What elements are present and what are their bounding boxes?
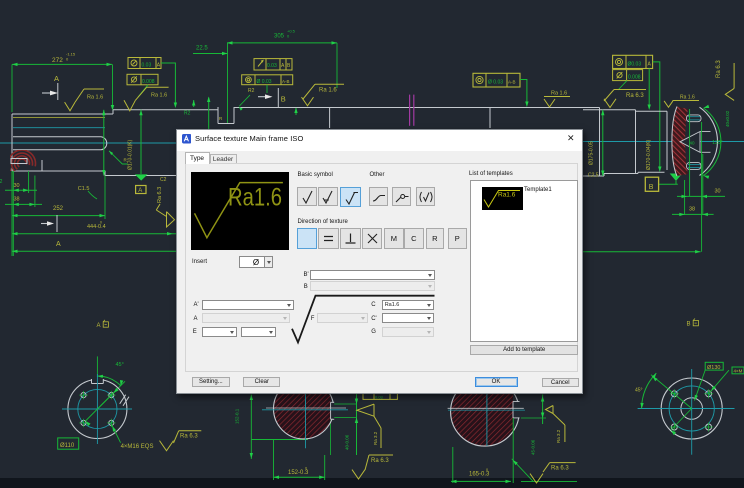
- svg-text:Ra 6.3: Ra 6.3: [626, 93, 644, 99]
- svg-text:Ra 1.6: Ra 1.6: [680, 95, 695, 101]
- svg-text:152-0.1: 152-0.1: [235, 408, 240, 424]
- svg-text:Ra 1.6: Ra 1.6: [151, 93, 167, 99]
- svg-text:22.5: 22.5: [196, 46, 208, 52]
- svg-text:4×M16 EQS: 4×M16 EQS: [121, 444, 154, 450]
- svg-text:B: B: [281, 95, 286, 104]
- svg-text:Ø110: Ø110: [60, 443, 75, 449]
- svg-text:0.008: 0.008: [142, 79, 155, 85]
- svg-text:252: 252: [53, 206, 64, 212]
- svg-text:Ø0.03: Ø0.03: [628, 62, 642, 68]
- svg-text:A: A: [54, 74, 59, 83]
- svg-text:A-B: A-B: [282, 79, 290, 84]
- svg-text:38: 38: [14, 196, 20, 202]
- svg-text:0: 0: [100, 221, 102, 225]
- svg-text:R2: R2: [184, 111, 191, 117]
- svg-text:444-0.4: 444-0.4: [87, 224, 106, 230]
- svg-text:0.008: 0.008: [628, 75, 641, 81]
- svg-text:R2: R2: [248, 88, 255, 94]
- svg-text:0.03: 0.03: [142, 63, 152, 69]
- svg-text:0: 0: [486, 468, 488, 472]
- svg-text:45°: 45°: [635, 388, 643, 394]
- svg-text:45°: 45°: [116, 362, 124, 368]
- svg-text:30: 30: [715, 188, 721, 194]
- svg-text:38: 38: [689, 206, 695, 212]
- svg-text:40±0.02: 40±0.02: [725, 110, 730, 127]
- svg-text:Ø 0.03: Ø 0.03: [488, 80, 503, 86]
- svg-text:0: 0: [305, 467, 307, 471]
- svg-text:B: B: [649, 184, 654, 191]
- svg-text:45-0.06: 45-0.06: [531, 439, 536, 455]
- svg-text:R2: R2: [0, 179, 3, 185]
- svg-text:Ra 6.3: Ra 6.3: [551, 465, 569, 471]
- svg-text:Ra 1.6: Ra 1.6: [551, 91, 567, 97]
- svg-text:Ra 3.2: Ra 3.2: [556, 429, 561, 443]
- svg-text:30: 30: [14, 183, 20, 189]
- svg-text:Ra 6.3: Ra 6.3: [180, 433, 198, 439]
- svg-text:C2.5: C2.5: [588, 173, 599, 179]
- svg-text:A: A: [97, 323, 101, 329]
- svg-text:Ø170-0.01(K): Ø170-0.01(K): [128, 139, 134, 170]
- svg-text:165-0.3: 165-0.3: [469, 472, 490, 478]
- svg-text:C2: C2: [160, 177, 167, 183]
- svg-text:40-0.06: 40-0.06: [345, 434, 350, 450]
- svg-text:272: 272: [52, 57, 63, 64]
- svg-text:0.03: 0.03: [267, 63, 277, 69]
- svg-text:Ra 6.3: Ra 6.3: [716, 60, 722, 78]
- svg-text:0.03: 0.03: [375, 394, 384, 399]
- svg-text:Ra1.6: Ra1.6: [498, 191, 516, 198]
- svg-text:Ra 1.6: Ra 1.6: [319, 88, 337, 94]
- svg-text:Ø170-0.04(K): Ø170-0.04(K): [646, 139, 652, 170]
- svg-text:Ø 0.03: Ø 0.03: [257, 79, 272, 85]
- svg-text:A: A: [138, 188, 142, 194]
- svg-text:Ø130: Ø130: [707, 365, 720, 371]
- svg-text:B: B: [687, 322, 691, 328]
- svg-text:C1.5: C1.5: [78, 186, 90, 192]
- svg-text:152-0.3: 152-0.3: [288, 470, 309, 476]
- svg-text:Ø175-0.05: Ø175-0.05: [589, 141, 595, 165]
- svg-text:Ra 6.3: Ra 6.3: [157, 187, 163, 203]
- svg-text:Ra 6.3: Ra 6.3: [371, 458, 389, 464]
- svg-text:4×M: 4×M: [734, 369, 743, 374]
- svg-text:305: 305: [274, 34, 285, 40]
- svg-text:Ra1.6: Ra1.6: [228, 183, 282, 211]
- svg-text:A: A: [56, 241, 61, 248]
- svg-text:Ra 3.2: Ra 3.2: [373, 431, 378, 445]
- svg-text:Ra 1.6: Ra 1.6: [87, 94, 103, 100]
- svg-text:40: 40: [690, 140, 696, 145]
- svg-text:A-B: A-B: [508, 80, 516, 85]
